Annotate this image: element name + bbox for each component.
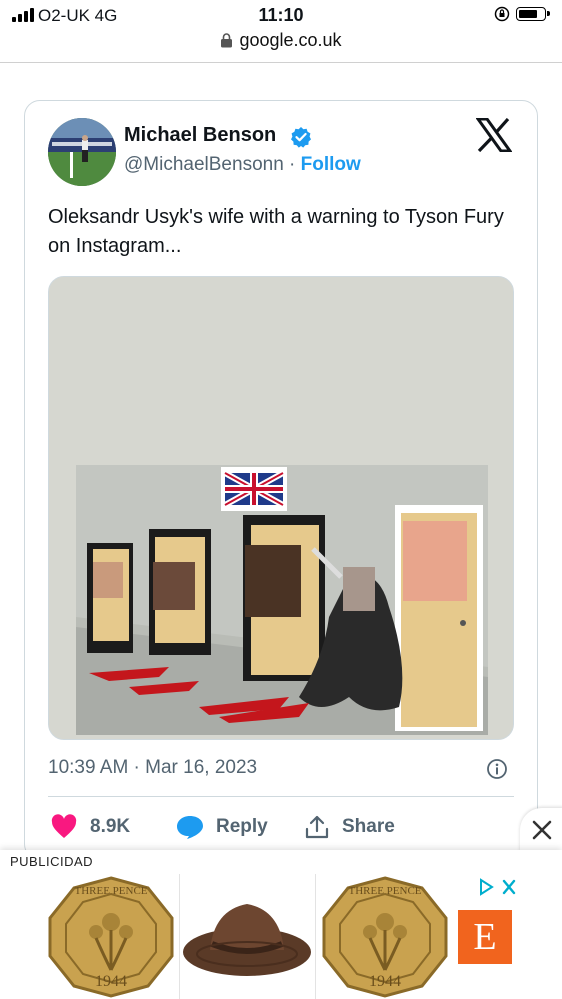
coin-text-2: THREE PENCE (348, 885, 421, 897)
status-bar: O2-UK 4G 11:10 (0, 0, 562, 30)
etsy-logo[interactable]: E (458, 910, 512, 964)
adchoices-icon[interactable] (478, 878, 518, 896)
author-handle-line: @MichaelBensonn · Follow (124, 154, 361, 176)
coin-year-1: 1944 (95, 973, 127, 990)
avatar[interactable] (48, 118, 116, 186)
door-3 (243, 515, 325, 681)
action-divider (48, 796, 514, 797)
url-bar[interactable]: google.co.uk (0, 30, 562, 51)
ad-close-button[interactable] (520, 808, 562, 852)
door-4 (395, 505, 483, 731)
ad-product-coin-1[interactable]: 1944 THREE PENCE (44, 874, 178, 999)
heart-icon (51, 814, 77, 838)
author-handle[interactable]: @MichaelBensonn (124, 154, 284, 175)
follow-button[interactable]: Follow (301, 154, 361, 175)
ad-label: PUBLICIDAD (10, 854, 94, 869)
info-icon[interactable] (486, 758, 508, 780)
tweet-timestamp[interactable]: 10:39 AM · Mar 16, 2023 (48, 757, 257, 779)
author-name[interactable]: Michael Benson (124, 124, 276, 147)
share-icon (305, 815, 329, 839)
lock-icon (221, 33, 233, 48)
coin-year-2: 1944 (369, 973, 401, 990)
like-button[interactable]: 8.9K (50, 812, 130, 842)
coin-text-1: THREE PENCE (74, 885, 147, 897)
x-logo-icon[interactable] (476, 118, 512, 152)
like-count: 8.9K (90, 816, 131, 837)
verified-badge-icon (291, 127, 311, 148)
share-label: Share (342, 816, 395, 837)
tweet-text: Oleksandr Usyk's wife with a warning to … (48, 206, 504, 257)
close-icon (532, 820, 552, 840)
reply-icon (177, 816, 203, 839)
reply-label: Reply (216, 816, 268, 837)
tweet-media[interactable] (48, 276, 514, 740)
door-1 (87, 543, 133, 653)
share-button[interactable]: Share (304, 812, 395, 842)
door-2 (149, 529, 211, 655)
battery-icon (516, 7, 550, 21)
reply-button[interactable]: Reply (176, 812, 268, 842)
union-flag (221, 467, 287, 511)
handle-separator: · (289, 154, 296, 175)
ad-product-hat[interactable] (180, 874, 314, 999)
clock: 11:10 (258, 5, 304, 25)
orientation-lock-icon (494, 6, 510, 22)
toolbar-divider (0, 62, 562, 63)
ad-separator (315, 874, 316, 999)
ad-product-coin-2[interactable]: 1944 THREE PENCE (318, 874, 452, 999)
url-text: google.co.uk (239, 30, 342, 50)
